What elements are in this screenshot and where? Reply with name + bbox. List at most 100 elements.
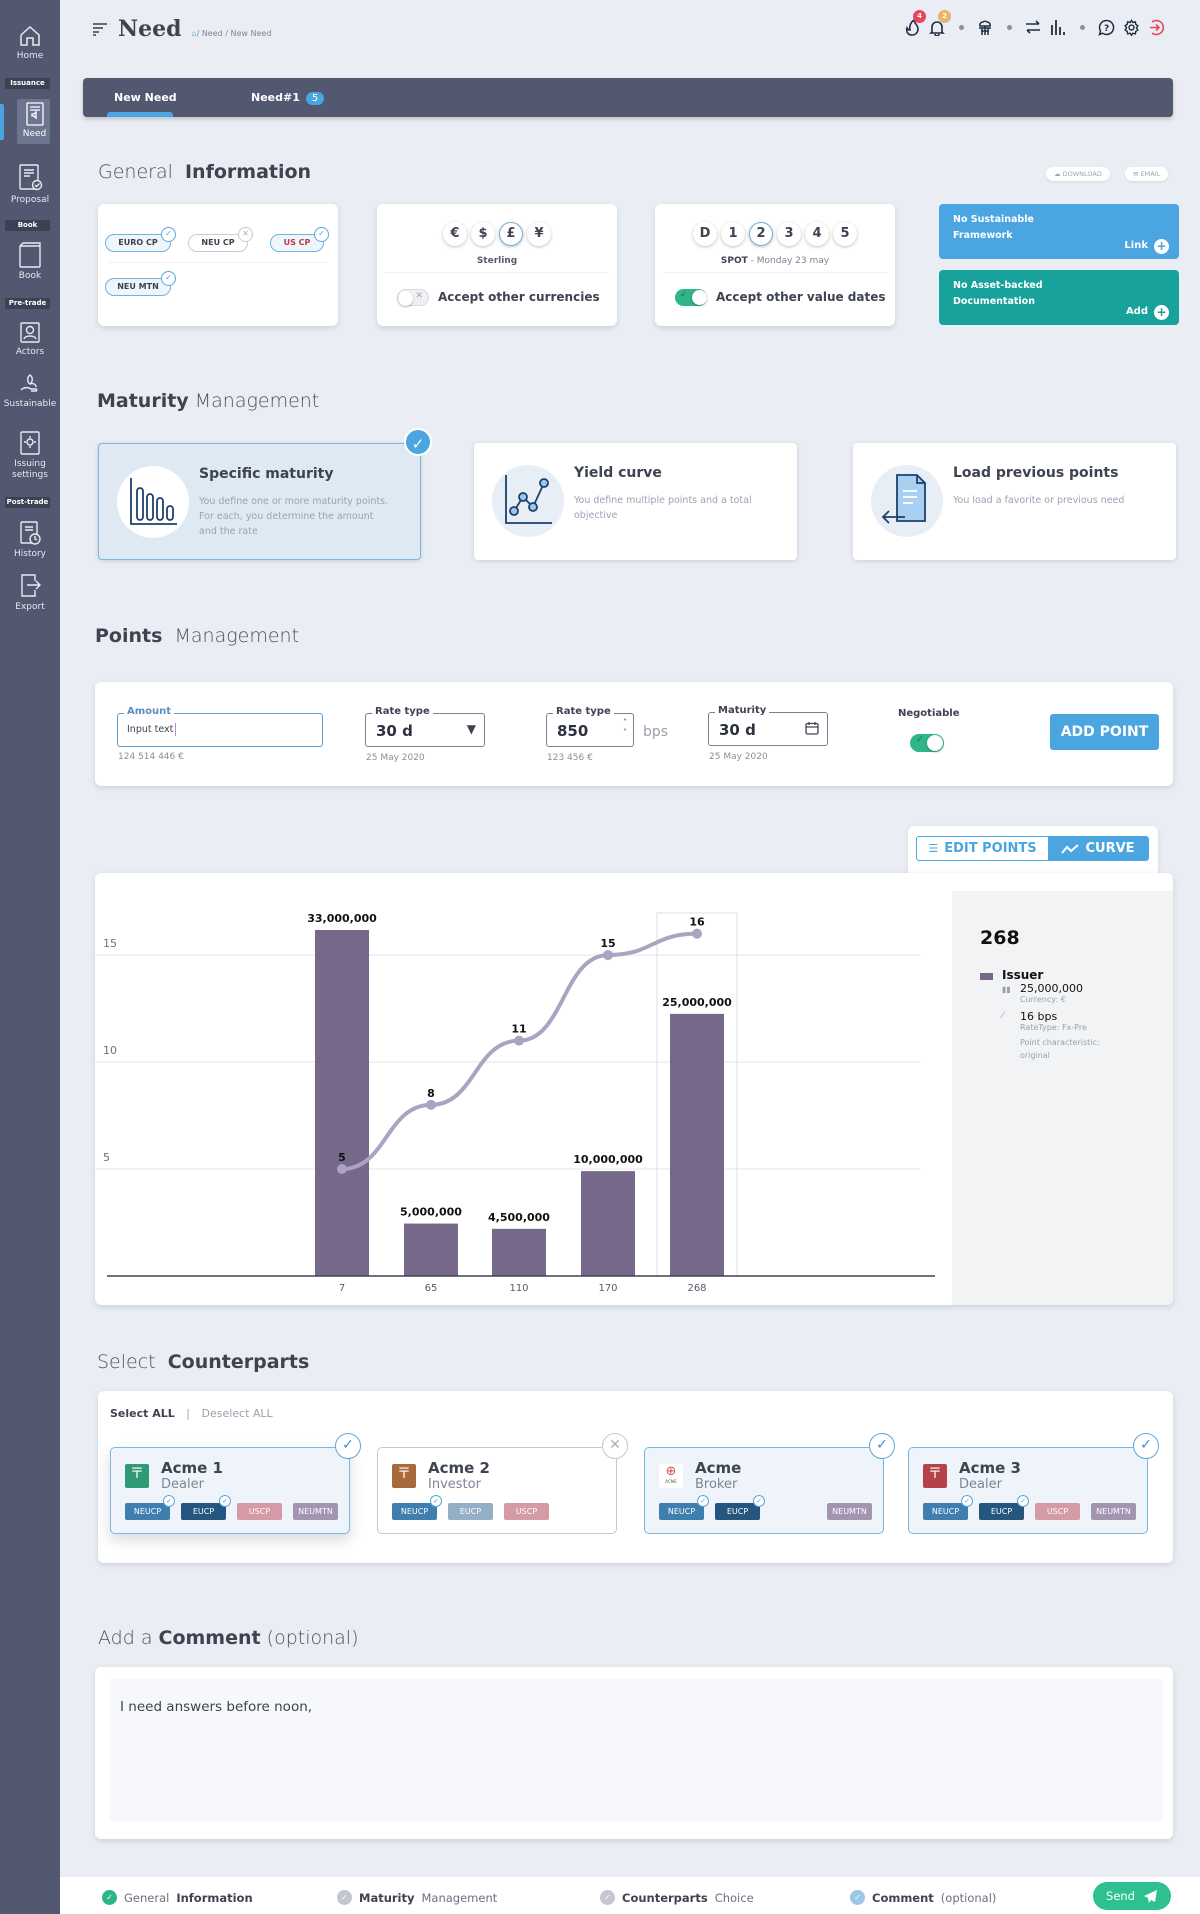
bar <box>581 1171 635 1276</box>
email-button[interactable]: ✉ EMAIL <box>1125 167 1169 181</box>
program-tag[interactable]: EUCP <box>448 1503 493 1520</box>
add-documentation-button[interactable]: Add + <box>1126 304 1169 320</box>
option-yield-curve[interactable]: Yield curve You define multiple points a… <box>474 443 797 560</box>
tab-need-1[interactable]: Need#1 5 <box>251 91 325 105</box>
sidebar-item-history[interactable]: History <box>0 520 60 559</box>
sidebar-item-home[interactable]: Home <box>0 24 60 61</box>
check-icon: ✓ <box>161 227 176 242</box>
tab-new-need[interactable]: New Need <box>114 91 177 104</box>
value-date-5[interactable]: 5 <box>833 222 857 246</box>
option-title: Yield curve <box>574 465 662 481</box>
select-all-link[interactable]: Select ALL <box>110 1407 175 1420</box>
program-tag[interactable]: NEUCP ✓ <box>125 1495 175 1520</box>
rate-value-stepper[interactable]: Rate type 850 ˄ ˅ <box>546 706 634 747</box>
program-tag[interactable]: EUCP ✓ <box>715 1495 765 1520</box>
accept-dates-toggle[interactable]: ✓ <box>675 289 707 306</box>
program-pill-neu-cp[interactable]: NEU CP ✕ <box>188 227 253 252</box>
sidebar-item-actors[interactable]: Actors <box>0 320 60 357</box>
value-date-d[interactable]: D <box>693 222 717 246</box>
program-tag[interactable]: USCP <box>1035 1503 1080 1520</box>
currency-dollar[interactable]: $ <box>471 222 495 246</box>
points-chart-card: 5 10 15 33,000,000 7 5,000,000 65 4,500,000 110 1… <box>95 873 1173 1305</box>
stepper-arrows-icon[interactable]: ˄ ˅ <box>623 718 627 738</box>
program-pill-neu-mtn[interactable]: NEU MTN ✓ <box>105 271 176 296</box>
program-tag[interactable]: NEUMTN <box>827 1503 872 1520</box>
program-tag[interactable]: USCP <box>504 1503 549 1520</box>
program-tag[interactable]: USCP <box>237 1503 282 1520</box>
currency-euro[interactable]: € <box>443 222 467 246</box>
logout-button[interactable] <box>1144 15 1168 39</box>
maturity-date-field[interactable]: Maturity 30 d <box>708 705 828 746</box>
counterpart-card[interactable]: 〒 Acme 1 Dealer NEUCP ✓ EUCP ✓ USCP NEUMTN ✓ <box>110 1433 361 1534</box>
negotiable-toggle[interactable]: ✓ <box>910 734 944 752</box>
counterpart-card[interactable]: 〒 Acme 3 Dealer NEUCP ✓ EUCP ✓ USCP NEUMTN ✓ <box>908 1433 1159 1534</box>
amount-input[interactable]: Input text <box>127 724 173 735</box>
accept-currencies-toggle[interactable]: ✕ <box>397 289 429 306</box>
program-tag[interactable]: NEUMTN <box>1091 1503 1136 1520</box>
x-tick-label: 170 <box>598 1283 617 1294</box>
help-button[interactable]: ? <box>1094 15 1118 39</box>
program-tag[interactable]: NEUCP ✓ <box>923 1495 973 1520</box>
market-button[interactable] <box>973 15 997 39</box>
add-point-button[interactable]: ADD POINT <box>1050 714 1159 750</box>
menu-icon[interactable] <box>92 22 108 36</box>
calendar-icon[interactable] <box>805 721 819 735</box>
deselect-icon[interactable]: ✕ <box>602 1433 628 1459</box>
detail-amount: 25,000,000 <box>1020 982 1083 995</box>
option-load-previous-points[interactable]: Load previous points You load a favorite… <box>853 443 1176 560</box>
general-information-title: General Information <box>98 161 312 183</box>
program-pill-euro-cp[interactable]: EURO CP ✓ <box>105 227 176 252</box>
sidebar-item-export[interactable]: Export <box>0 573 60 612</box>
program-tag[interactable]: NEUCP ✓ <box>659 1495 709 1520</box>
sidebar-item-proposal[interactable]: Proposal <box>0 164 60 205</box>
amount-field[interactable]: Amount Input text <box>117 706 323 747</box>
value-date-1[interactable]: 1 <box>721 222 745 246</box>
divider <box>385 272 609 273</box>
currency-yen[interactable]: ¥ <box>527 222 551 246</box>
selected-check-icon[interactable]: ✓ <box>1133 1433 1159 1459</box>
program-tag[interactable]: NEUCP ✓ <box>392 1495 442 1520</box>
rate-type-select[interactable]: Rate type 30 d ▼ <box>365 706 485 747</box>
edit-points-button[interactable]: ☰ EDIT POINTS <box>917 837 1048 860</box>
maturity-hint: 25 May 2020 <box>709 752 768 762</box>
counterpart-logo: 〒 <box>923 1464 947 1488</box>
book-icon <box>19 242 41 268</box>
deselect-all-link[interactable]: Deselect ALL <box>201 1407 272 1420</box>
close-icon: ✕ <box>415 291 423 301</box>
selected-check-icon[interactable]: ✓ <box>869 1433 895 1459</box>
value-date-2[interactable]: 2 <box>749 222 773 246</box>
link-framework-button[interactable]: Link + <box>1124 238 1169 254</box>
step-general-information[interactable]: ✓ General Information <box>102 1890 253 1905</box>
stats-button[interactable] <box>1046 15 1070 39</box>
program-tag[interactable]: EUCP ✓ <box>979 1495 1029 1520</box>
comment-card: I need answers before noon, <box>95 1667 1173 1839</box>
detail-currency: Currency: € <box>1020 995 1066 1004</box>
step-maturity-management[interactable]: ✓ Maturity Management <box>337 1890 497 1905</box>
sidebar-item-book[interactable]: Book <box>0 242 60 281</box>
step-comment[interactable]: ✓ Comment (optional) <box>850 1890 996 1905</box>
sidebar-item-issuing-settings[interactable]: Issuing settings <box>0 430 60 481</box>
counterpart-card[interactable]: 〒 Acme 2 Investor NEUCP ✓ EUCP USCP ✕ <box>377 1433 628 1534</box>
exchange-button[interactable] <box>1021 15 1045 39</box>
currency-pound[interactable]: £ <box>499 222 523 246</box>
value-date-4[interactable]: 4 <box>805 222 829 246</box>
notifications-button[interactable]: 2 <box>925 10 951 39</box>
counterpart-card[interactable]: ⊕ ACME Acme Broker NEUCP ✓ EUCP ✓ NEUMTN ✓ <box>644 1433 895 1534</box>
download-button[interactable]: ☁ DOWNLOAD <box>1046 167 1110 181</box>
curve-button[interactable]: CURVE <box>1048 837 1148 860</box>
comment-textarea[interactable]: I need answers before noon, <box>110 1679 1163 1821</box>
bar-small-icon: ▮▮ <box>1002 985 1011 994</box>
value-date-3[interactable]: 3 <box>777 222 801 246</box>
program-tag[interactable]: NEUMTN <box>293 1503 338 1520</box>
settings-button[interactable] <box>1119 15 1143 39</box>
step-counterparts-choice[interactable]: ✓ Counterparts Choice <box>600 1890 754 1905</box>
send-button[interactable]: Send <box>1093 1882 1171 1910</box>
fire-button[interactable]: 4 <box>900 10 926 39</box>
option-specific-maturity[interactable]: Specific maturity You define one or more… <box>98 428 432 560</box>
selected-check-icon[interactable]: ✓ <box>335 1433 361 1459</box>
points-form-card: Amount Input text 124 514 446 € Rate typ… <box>95 682 1173 786</box>
program-tag[interactable]: EUCP ✓ <box>181 1495 231 1520</box>
sidebar-item-need[interactable]: Need <box>12 102 57 139</box>
sidebar-item-sustainable[interactable]: Sustainable <box>0 372 60 409</box>
program-pill-us-cp[interactable]: US CP ✓ <box>270 227 329 252</box>
